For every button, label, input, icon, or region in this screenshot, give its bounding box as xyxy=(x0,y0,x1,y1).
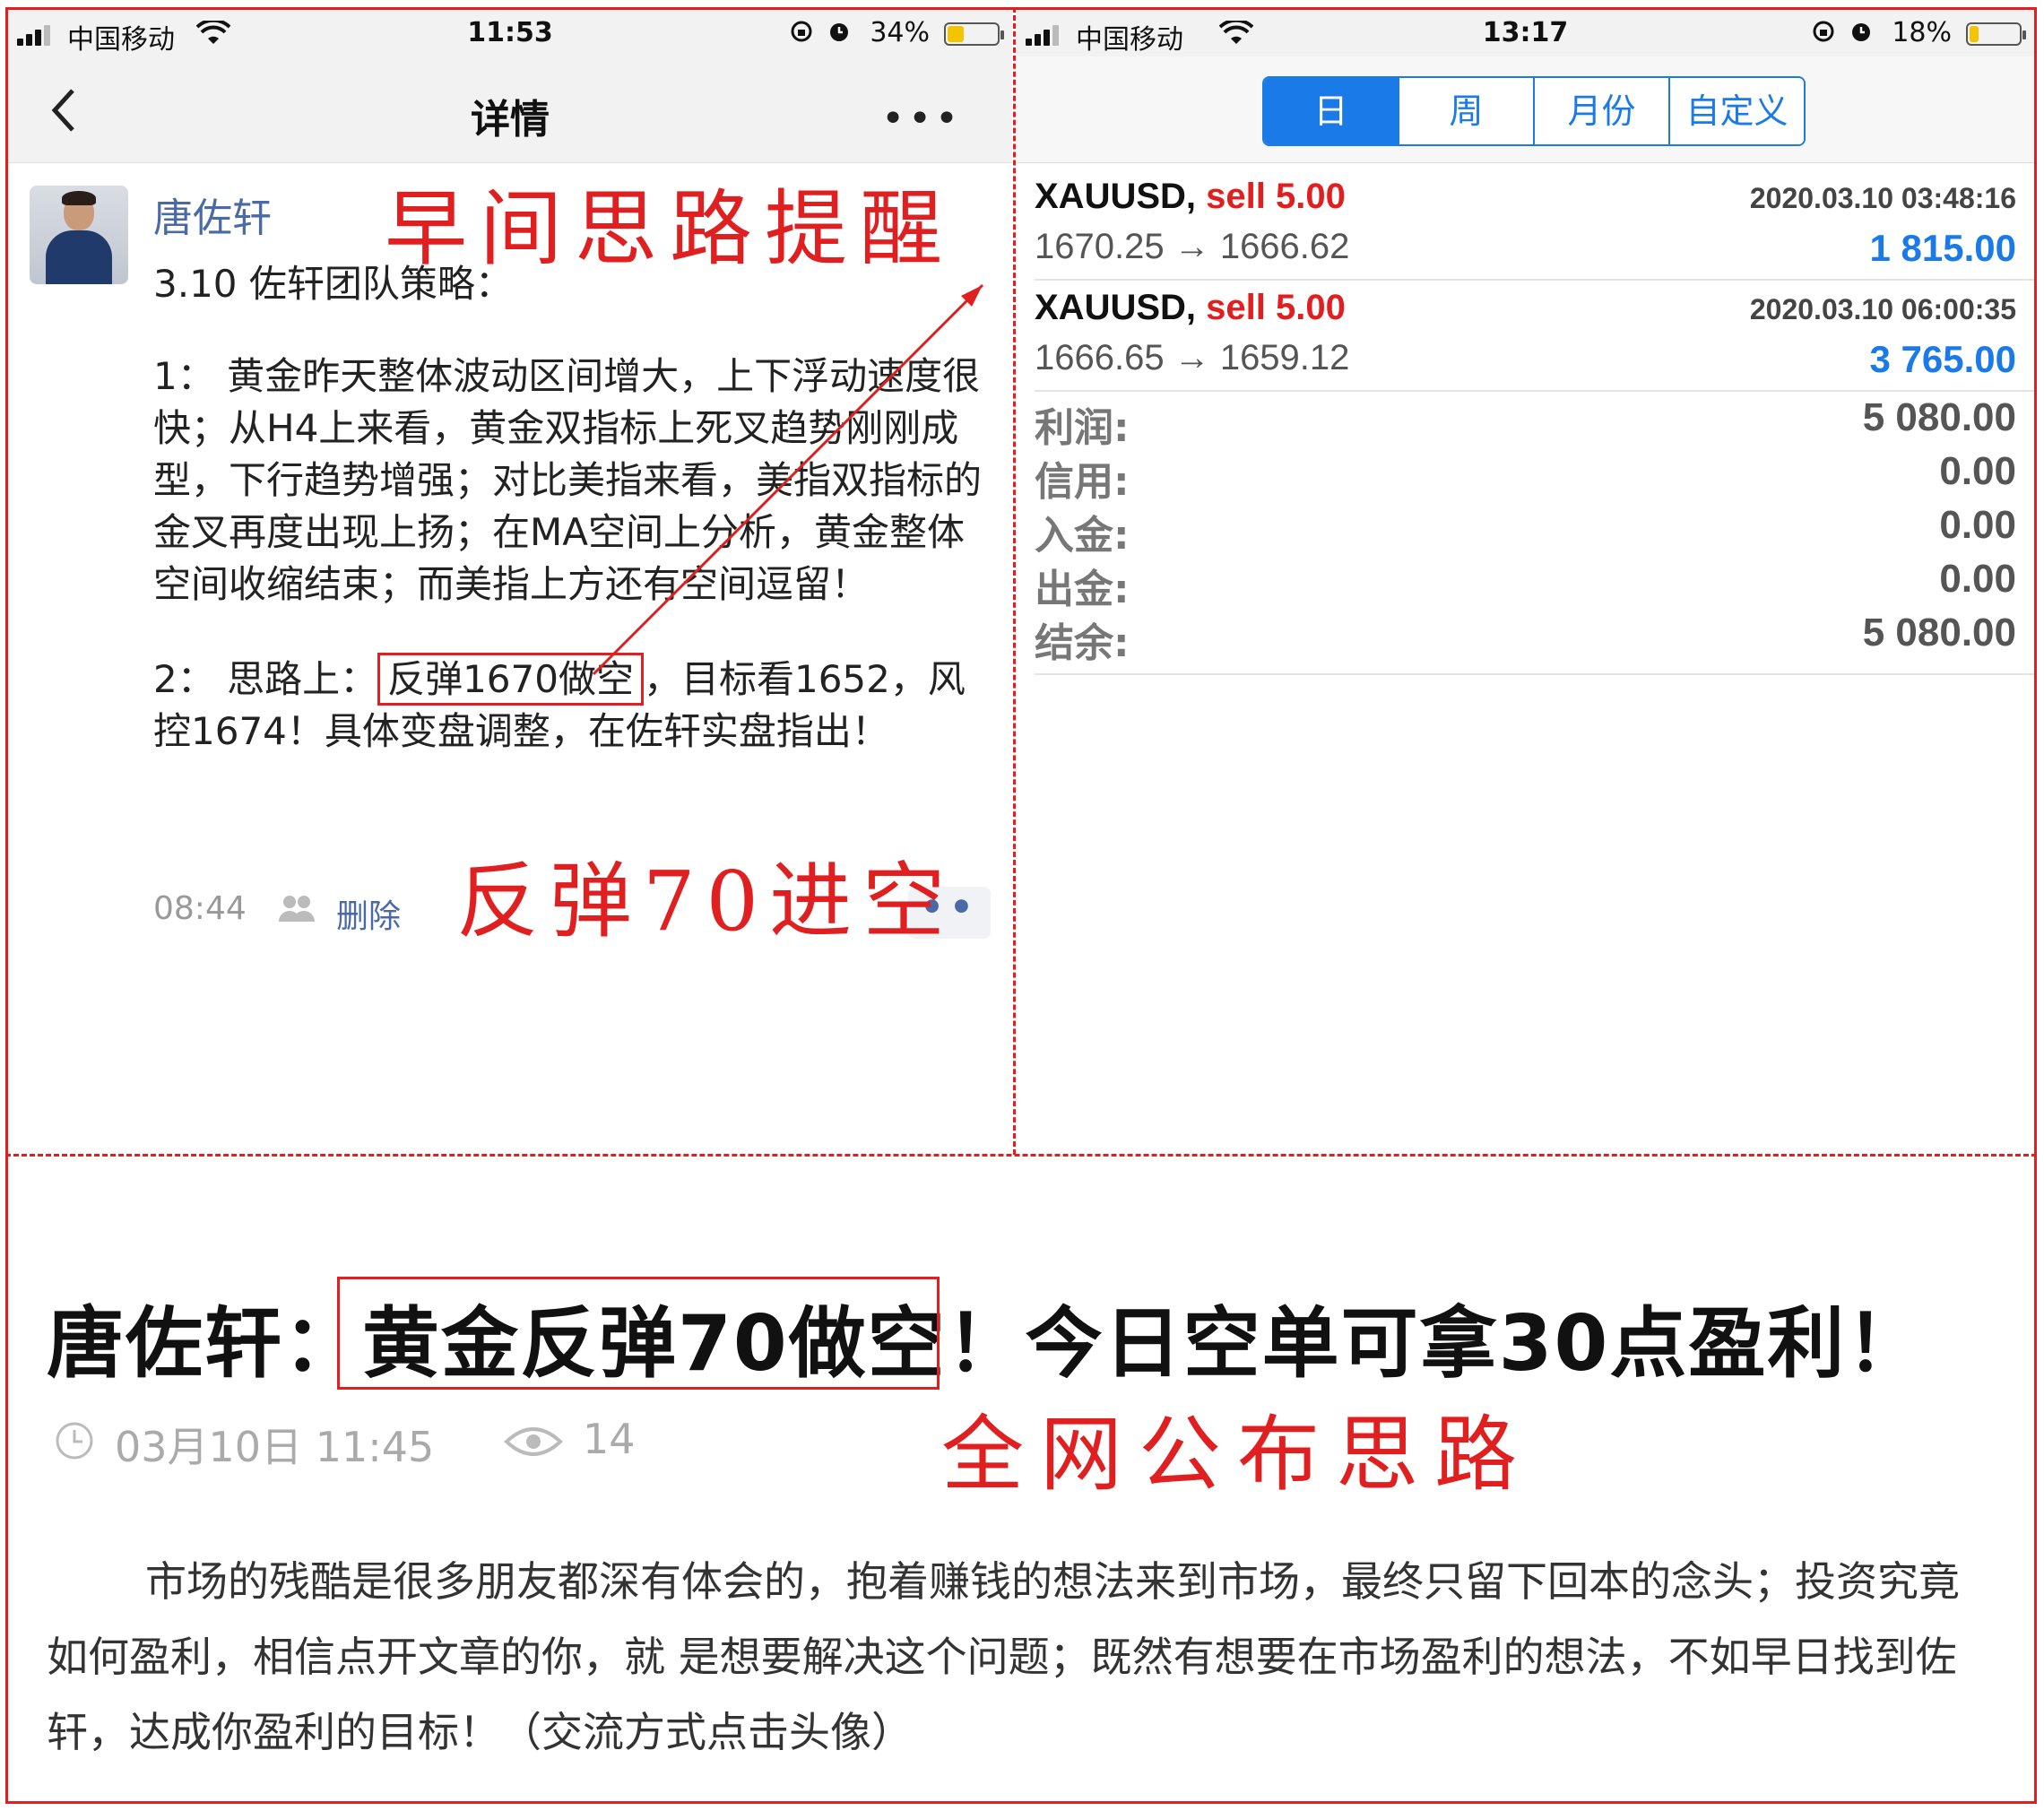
article-date: 03月10日 11:45 xyxy=(115,1423,435,1471)
tab-custom[interactable]: 自定义 xyxy=(1668,78,1804,144)
post-paragraph-2: 2： 思路上： 反弹1670做空 ，目标看1652，风控1674！具体变盘调整，在佐… xyxy=(153,653,987,758)
tab-month[interactable]: 月份 xyxy=(1533,78,1668,144)
summary-row-credit: 信用: 0.00 xyxy=(1035,449,2016,505)
title-highlight-box xyxy=(337,1277,940,1390)
article-title: 唐佐轩：黄金反弹70做空！今日空单可拿30点盈利！ xyxy=(47,1299,1926,1389)
rotation-lock-icon xyxy=(1813,21,1834,42)
period-segmented-control: 日 周 月份 自定义 xyxy=(1262,76,1806,146)
trade-symbol: XAUUSD, xyxy=(1035,177,1197,216)
trade-datetime: 2020.03.10 06:00:35 xyxy=(1749,293,2016,325)
clock-time: 11:53 xyxy=(467,17,553,48)
trade-side: sell 5.00 xyxy=(1206,288,1346,327)
post-body: 1： 黄金昨天整体波动区间增大，上下浮动速度很快；从H4上来看，黄金双指标上死叉… xyxy=(153,351,987,801)
annotation-publish: 全网公布思路 xyxy=(941,1407,1534,1503)
nav-bar: 详情 ••• xyxy=(8,56,1012,163)
page-title: 详情 xyxy=(471,97,550,143)
status-bar-right: 中国移动 13:17 18% xyxy=(1017,10,2034,56)
article-body: 市场的残酷是很多朋友都深有体会的，抱着赚钱的想法来到市场，最终只留下回本的念头；… xyxy=(47,1557,1960,1756)
summary-row-profit: 利润: 5 080.00 xyxy=(1035,395,2016,451)
summary-row-deposit: 入金: 0.00 xyxy=(1035,503,2016,559)
battery-percent: 18% xyxy=(1892,17,1952,48)
trade-profit: 1 815.00 xyxy=(1869,227,2017,269)
rotation-lock-icon xyxy=(791,21,812,42)
alarm-icon xyxy=(1852,23,1870,41)
post-paragraph-1: 1： 黄金昨天整体波动区间增大，上下浮动速度很快；从H4上来看，黄金双指标上死叉… xyxy=(153,354,983,606)
post-timestamp: 08:44 xyxy=(153,890,247,927)
trade-datetime: 2020.03.10 03:48:16 xyxy=(1749,182,2016,214)
trade-profit: 3 765.00 xyxy=(1869,338,2017,380)
divider xyxy=(1035,673,2034,675)
tab-day[interactable]: 日 xyxy=(1264,78,1398,144)
summary-row-withdrawal: 出金: 0.00 xyxy=(1035,557,2016,612)
annotation-rebound: 反弹70进空 xyxy=(456,854,957,949)
summary-row-balance: 结余: 5 080.00 xyxy=(1035,611,2016,666)
eye-icon xyxy=(504,1427,563,1456)
period-tab-bar: 日 周 月份 自定义 xyxy=(1017,56,2034,163)
trade-side: sell 5.00 xyxy=(1206,177,1346,216)
battery-percent: 34% xyxy=(870,17,930,48)
divider xyxy=(1035,390,2034,392)
highlighted-plan: 反弹1670做空 xyxy=(377,653,644,706)
trade-row[interactable]: XAUUSD, sell 5.00 2020.03.10 06:00:35 16… xyxy=(1035,279,2016,390)
clock-time: 13:17 xyxy=(1482,17,1569,48)
right-phone-screen: 中国移动 13:17 18% 日 周 月份 自定义 XAUUSD, sell 5… xyxy=(1017,10,2034,1152)
visibility-people-icon xyxy=(279,896,315,922)
delete-link[interactable]: 删除 xyxy=(336,890,401,937)
vertical-divider xyxy=(1013,7,1016,1155)
post-author[interactable]: 唐佐轩 xyxy=(153,186,272,243)
tab-week[interactable]: 周 xyxy=(1398,78,1533,144)
battery-icon xyxy=(944,22,1004,46)
clock-icon xyxy=(56,1422,93,1460)
article-views: 14 xyxy=(583,1415,636,1463)
status-bar: 中国移动 11:53 34% xyxy=(8,10,1012,56)
trade-row[interactable]: XAUUSD, sell 5.00 2020.03.10 03:48:16 16… xyxy=(1035,168,2016,279)
avatar[interactable] xyxy=(30,186,128,284)
more-options-button[interactable]: ••• xyxy=(881,96,962,142)
account-summary: 利润: 5 080.00 信用: 0.00 入金: 0.00 出金: 0.00 结余: 5… xyxy=(1035,395,2016,666)
trade-symbol: XAUUSD, xyxy=(1035,288,1197,327)
trade-prices: 1670.25 → 1666.62 xyxy=(1035,227,1350,266)
horizontal-divider xyxy=(5,1154,2037,1157)
battery-icon xyxy=(1966,22,2026,46)
trade-prices: 1666.65 → 1659.12 xyxy=(1035,338,1350,377)
annotation-morning: 早间思路提醒 xyxy=(385,181,956,277)
left-phone-screen: 中国移动 11:53 34% 详情 ••• 唐佐轩 3.10 佐轩团队策略： 1… xyxy=(8,10,1012,1152)
alarm-icon xyxy=(830,23,848,41)
